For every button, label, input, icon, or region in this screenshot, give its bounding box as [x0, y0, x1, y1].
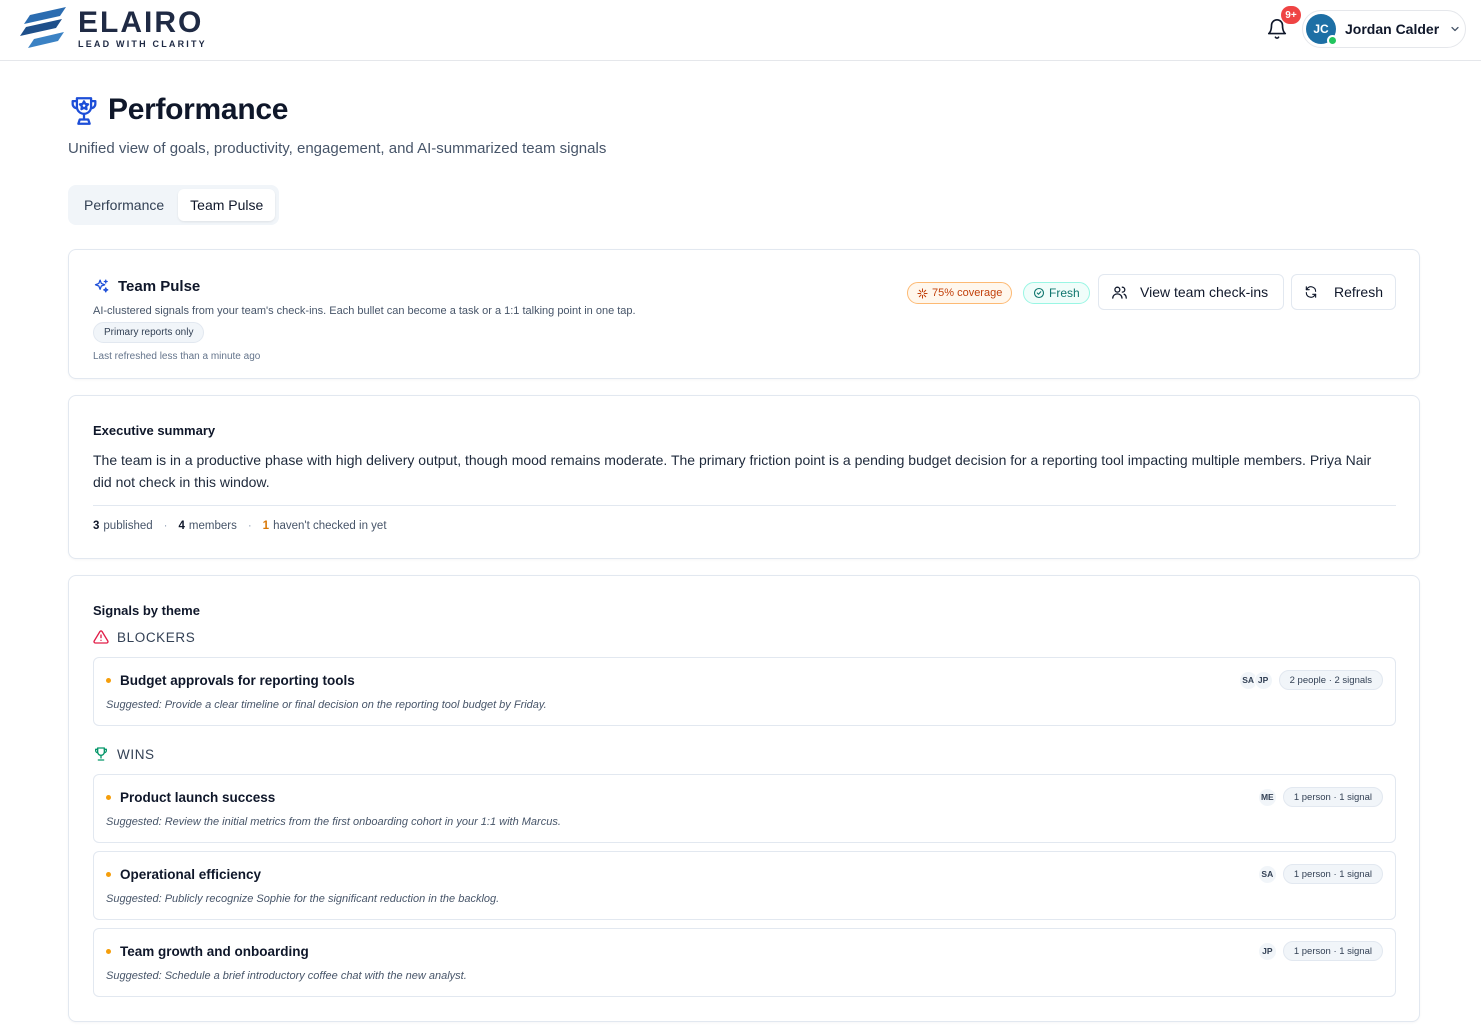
- alert-triangle-icon: [93, 630, 109, 644]
- team-pulse-description: AI-clustered signals from your team's ch…: [93, 305, 636, 317]
- missing-label: haven't checked in yet: [273, 520, 387, 532]
- refresh-label: Refresh: [1333, 284, 1383, 300]
- signal-suggestion: Suggested: Review the initial metrics fr…: [106, 816, 561, 828]
- user-name: Jordan Calder: [1345, 21, 1440, 37]
- tab-performance[interactable]: Performance: [72, 189, 176, 221]
- people-avatars: SA: [1257, 864, 1277, 884]
- missing-count: 1: [262, 520, 270, 532]
- refresh-icon: [1305, 286, 1317, 298]
- person-initials: SA: [1257, 864, 1277, 884]
- theme-heading-blockers: BLOCKERS: [93, 629, 195, 645]
- bullet-dot: [106, 872, 111, 877]
- signal-item[interactable]: Product launch success Suggested: Review…: [93, 774, 1396, 843]
- signal-title: Operational efficiency: [120, 867, 262, 882]
- signal-title: Budget approvals for reporting tools: [120, 673, 355, 688]
- signal-item[interactable]: Operational efficiency Suggested: Public…: [93, 851, 1396, 920]
- chevron-down-icon: [1451, 26, 1459, 32]
- logo-tagline: LEAD WITH CLARITY: [78, 39, 207, 49]
- signal-title: Team growth and onboarding: [120, 944, 309, 959]
- bullet-dot: [106, 678, 111, 683]
- logo-name: ELAIRO: [78, 6, 204, 39]
- signals-title: Signals by theme: [93, 603, 200, 618]
- person-initials: ME: [1257, 787, 1277, 807]
- view-tabs: Performance Team Pulse: [68, 185, 280, 225]
- refresh-button[interactable]: Refresh: [1291, 274, 1396, 310]
- bullet-dot: [106, 795, 111, 800]
- published-label: published: [103, 520, 153, 532]
- signal-suggestion: Suggested: Publicly recognize Sophie for…: [106, 893, 500, 905]
- logo-mark-icon: [20, 7, 66, 48]
- separator-dot: ·: [163, 520, 168, 532]
- online-status-dot: [1327, 35, 1338, 46]
- notification-count-badge: 9+: [1281, 6, 1301, 24]
- app-logo[interactable]: ELAIRO LEAD WITH CLARITY: [20, 6, 207, 52]
- fresh-badge: Fresh: [1023, 282, 1090, 304]
- page-title: Performance: [108, 93, 289, 126]
- executive-summary-title: Executive summary: [93, 423, 216, 438]
- avatar-initials: JC: [1313, 22, 1329, 36]
- bullet-dot: [106, 949, 111, 954]
- primary-reports-filter-pill[interactable]: Primary reports only: [93, 322, 205, 343]
- activity-sparkle-icon: [917, 287, 928, 299]
- trophy-icon: [71, 97, 97, 125]
- team-pulse-card: Team Pulse AI-clustered signals from you…: [68, 249, 1420, 379]
- signal-count-pill: 1 person · 1 signal: [1282, 787, 1383, 807]
- users-icon: [1112, 286, 1127, 299]
- tab-team-pulse[interactable]: Team Pulse: [178, 189, 276, 221]
- team-pulse-title: Team Pulse: [118, 278, 201, 295]
- view-team-check-ins-button[interactable]: View team check-ins: [1098, 274, 1284, 310]
- person-initials: JP: [1257, 941, 1277, 961]
- executive-summary-body: The team is in a productive phase with h…: [93, 452, 1372, 490]
- coverage-badge-label: 75% coverage: [932, 287, 1003, 299]
- user-menu[interactable]: JC Jordan Calder: [1302, 10, 1466, 48]
- signals-card: Signals by theme BLOCKERS Budget approva…: [68, 575, 1420, 1022]
- trophy-icon: [95, 747, 107, 761]
- sparkles-icon: [94, 279, 109, 293]
- check-circle-icon: [1033, 287, 1045, 299]
- people-avatars: SA JP: [1238, 670, 1273, 690]
- signal-count-pill: 2 people · 2 signals: [1278, 670, 1383, 690]
- theme-heading-wins: WINS: [93, 746, 155, 762]
- published-count: 3: [93, 520, 100, 532]
- last-refreshed-text: Last refreshed less than a minute ago: [93, 351, 261, 362]
- people-avatars: JP: [1257, 941, 1277, 961]
- page-subtitle: Unified view of goals, productivity, eng…: [68, 140, 607, 157]
- check-in-stats: 3 published · 4 members · 1 haven't chec…: [93, 520, 387, 532]
- separator-dot: ·: [247, 520, 252, 532]
- members-count: 4: [178, 520, 185, 532]
- fresh-badge-label: Fresh: [1049, 286, 1080, 300]
- theme-label: BLOCKERS: [117, 629, 196, 645]
- signal-title: Product launch success: [120, 790, 276, 805]
- top-bar: ELAIRO LEAD WITH CLARITY 9+ JC Jordan Ca…: [0, 0, 1481, 61]
- signal-suggestion: Suggested: Provide a clear timeline or f…: [106, 699, 547, 711]
- theme-label: WINS: [117, 746, 155, 762]
- executive-summary-card: Executive summary The team is in a produ…: [68, 395, 1420, 559]
- signal-count-pill: 1 person · 1 signal: [1282, 941, 1383, 961]
- signal-suggestion: Suggested: Schedule a brief introductory…: [106, 970, 467, 982]
- signal-item[interactable]: Team growth and onboarding Suggested: Sc…: [93, 928, 1396, 997]
- coverage-badge: 75% coverage: [907, 282, 1013, 304]
- view-team-check-ins-label: View team check-ins: [1140, 284, 1269, 300]
- signal-count-pill: 1 person · 1 signal: [1282, 864, 1383, 884]
- signal-item[interactable]: Budget approvals for reporting tools Sug…: [93, 657, 1396, 726]
- members-label: members: [188, 520, 237, 532]
- divider: [93, 505, 1396, 506]
- person-initials: JP: [1253, 670, 1273, 690]
- avatar: JC: [1306, 14, 1338, 46]
- people-avatars: ME: [1257, 787, 1277, 807]
